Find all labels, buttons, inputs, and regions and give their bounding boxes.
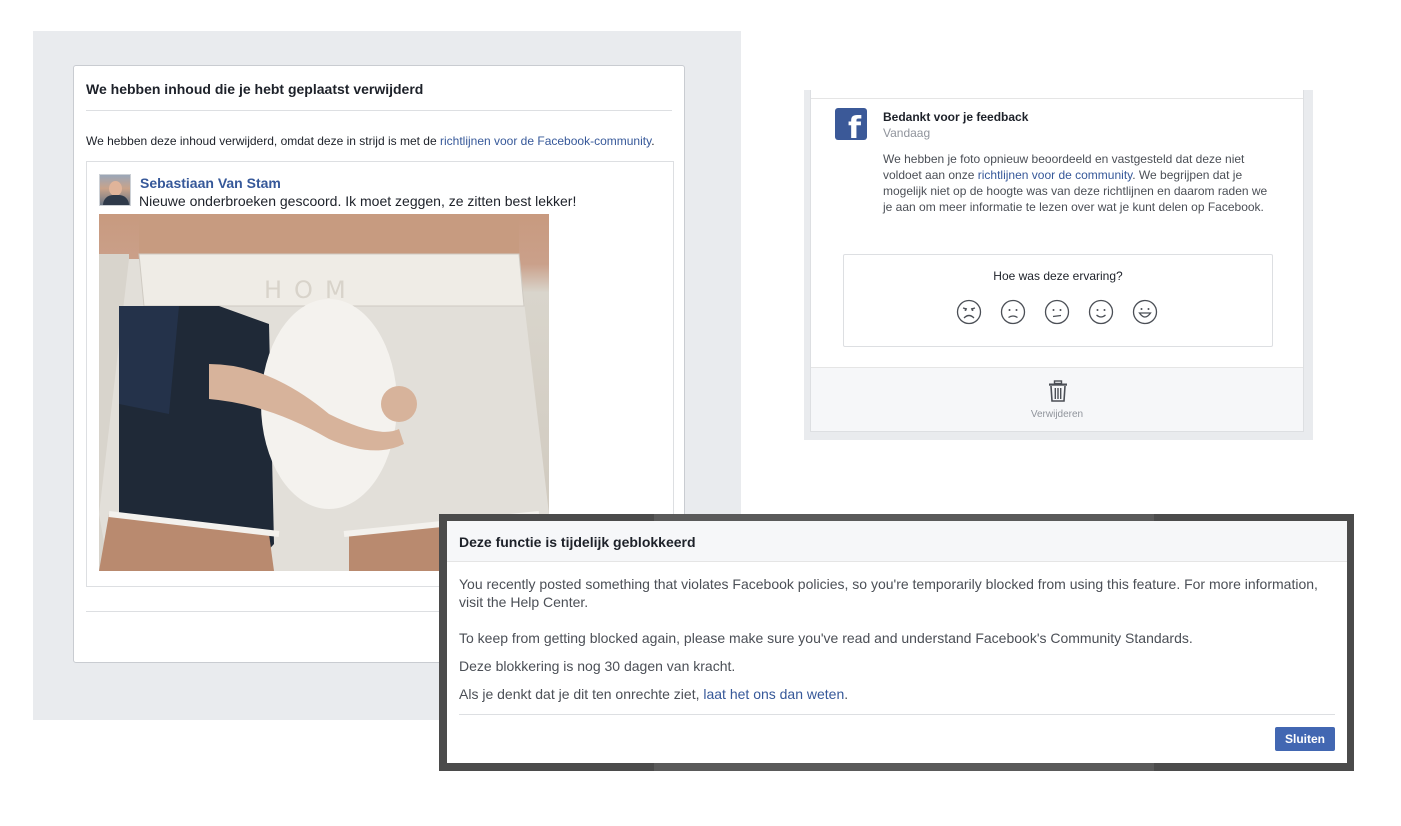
trash-icon[interactable] <box>1048 380 1068 402</box>
feedback-notification: f Bedankt voor je feedback Vandaag We he… <box>810 90 1304 432</box>
feedback-message: We hebben je foto opnieuw beoordeeld en … <box>883 151 1268 215</box>
divider <box>86 110 672 111</box>
smile-face-icon[interactable] <box>1088 299 1114 325</box>
experience-question: Hoe was deze ervaring? <box>993 269 1123 283</box>
blocked-appeal-text: Als je denkt dat je dit ten onrechte zie… <box>459 686 704 702</box>
blocked-appeal-message: Als je denkt dat je dit ten onrechte zie… <box>459 685 848 703</box>
blocked-appeal-suffix: . <box>844 686 849 702</box>
let-us-know-link[interactable]: laat het ons dan weten <box>703 686 844 702</box>
feedback-footer: Verwijderen <box>811 367 1303 431</box>
divider <box>459 714 1335 715</box>
very-sad-face-icon[interactable] <box>956 299 982 325</box>
removed-description-text: We hebben deze inhoud verwijderd, omdat … <box>86 134 440 148</box>
blocked-dialog-title: Deze functie is tijdelijk geblokkeerd <box>459 534 696 550</box>
feedback-panel: f Bedankt voor je feedback Vandaag We he… <box>804 90 1313 440</box>
delete-label[interactable]: Verwijderen <box>811 409 1303 420</box>
facebook-logo-icon: f <box>835 108 867 140</box>
grin-face-icon[interactable] <box>1132 299 1158 325</box>
blocked-policy-message: You recently posted something that viola… <box>459 576 1318 610</box>
blocked-standards-message: To keep from getting blocked again, plea… <box>459 630 1193 646</box>
feedback-title: Bedankt voor je feedback <box>883 110 1029 124</box>
community-guidelines-link[interactable]: richtlijnen voor de community <box>978 168 1133 182</box>
divider <box>811 98 1303 99</box>
removed-description-suffix: . <box>651 134 655 148</box>
post-author[interactable]: Sebastiaan Van Stam <box>140 175 281 191</box>
sad-face-icon[interactable] <box>1000 299 1026 325</box>
blocked-duration-message: Deze blokkering is nog 30 dagen van krac… <box>459 658 736 674</box>
removed-dialog-title: We hebben inhoud die je hebt geplaatst v… <box>86 81 424 97</box>
close-button[interactable]: Sluiten <box>1274 727 1335 751</box>
neutral-face-icon[interactable] <box>1044 299 1070 325</box>
feature-blocked-dialog: Deze functie is tijdelijk geblokkeerd Yo… <box>447 521 1347 763</box>
removed-description: We hebben deze inhoud verwijderd, omdat … <box>86 134 655 148</box>
blocked-dialog-header: Deze functie is tijdelijk geblokkeerd <box>447 521 1347 562</box>
post-text: Nieuwe onderbroeken gescoord. Ik moet ze… <box>139 193 577 209</box>
waistband-brand-text: HOM <box>264 276 358 304</box>
facebook-logo-letter: f <box>847 111 861 140</box>
experience-rating-box: Hoe was deze ervaring? <box>843 254 1273 347</box>
avatar[interactable] <box>99 174 131 206</box>
feedback-timestamp: Vandaag <box>883 126 931 140</box>
community-guidelines-link[interactable]: richtlijnen voor de Facebook-community <box>440 134 651 148</box>
